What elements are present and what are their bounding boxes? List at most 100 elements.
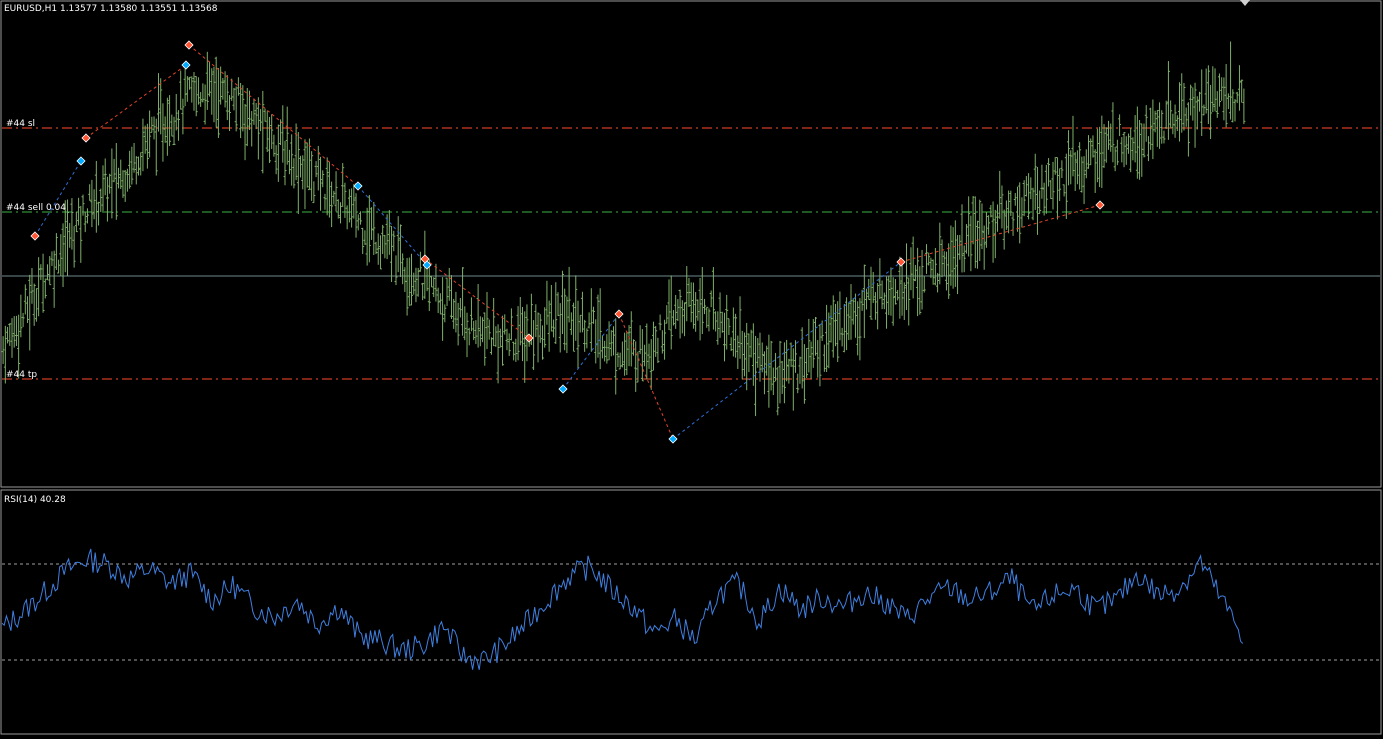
price-bar <box>867 278 871 301</box>
price-bar <box>1229 41 1233 120</box>
price-bar <box>119 159 123 190</box>
price-bar <box>341 163 345 208</box>
price-bar <box>962 245 966 273</box>
price-bar <box>585 328 589 349</box>
price-bar <box>114 143 118 220</box>
price-bar <box>1055 157 1059 220</box>
price-bar <box>587 312 591 329</box>
price-bar <box>285 106 289 165</box>
price-bar <box>97 201 101 226</box>
price-bar <box>922 276 926 293</box>
price-bar <box>576 300 580 369</box>
chart-canvas[interactable]: EURUSD,H1 1.13577 1.13580 1.13551 1.1356… <box>0 0 1383 735</box>
price-bar <box>836 301 840 362</box>
chart-title: EURUSD,H1 1.13577 1.13580 1.13551 1.1356… <box>4 4 218 14</box>
price-bar <box>1102 124 1106 168</box>
price-bar <box>150 116 154 133</box>
price-bar <box>1082 156 1086 205</box>
trade-connector <box>34 160 82 237</box>
price-bar <box>756 337 760 368</box>
price-bar <box>232 87 236 111</box>
price-bar <box>303 139 307 210</box>
rsi-title: RSI(14) 40.28 <box>4 495 66 505</box>
price-bar <box>1155 109 1159 147</box>
price-bar <box>267 116 271 163</box>
price-bar <box>1169 100 1173 128</box>
price-bar <box>1062 184 1066 197</box>
price-bar <box>523 311 527 383</box>
price-bar <box>1091 135 1095 158</box>
price-bar <box>26 296 30 324</box>
price-bar <box>916 247 920 317</box>
price-bar <box>989 205 993 218</box>
price-bar <box>521 307 525 362</box>
price-bar <box>263 108 267 122</box>
price-bar <box>616 352 620 368</box>
price-bar <box>43 278 47 299</box>
price-bar <box>456 302 460 346</box>
price-bar <box>350 188 354 228</box>
price-bar <box>88 184 92 201</box>
price-bar <box>1051 161 1055 210</box>
price-bar <box>234 86 238 132</box>
price-bar <box>398 224 402 277</box>
price-bar <box>79 205 83 263</box>
price-bar <box>663 319 667 360</box>
price-bar <box>865 288 869 310</box>
price-bar <box>230 78 234 101</box>
price-bar <box>1095 128 1099 183</box>
price-bar <box>57 259 61 274</box>
price-bar <box>911 236 915 299</box>
price-bar <box>725 294 729 350</box>
price-bar <box>671 310 675 326</box>
price-bar <box>345 205 349 230</box>
price-bar <box>185 76 189 102</box>
price-bar <box>12 316 16 348</box>
price-bar <box>736 335 740 369</box>
price-bar <box>34 288 38 322</box>
price-bar <box>727 318 731 335</box>
price-bar <box>1186 102 1190 157</box>
price-bar <box>117 167 121 189</box>
price-bar <box>598 288 602 370</box>
price-bar <box>156 73 160 132</box>
price-bar <box>23 284 27 315</box>
price-bar <box>287 149 291 175</box>
price-bar <box>1035 167 1039 235</box>
price-bar <box>1120 137 1124 163</box>
price-bar <box>827 312 831 369</box>
price-bar <box>1175 115 1179 132</box>
chart-shift-icon[interactable] <box>1240 0 1250 6</box>
price-bar <box>907 277 911 326</box>
price-bar <box>1024 176 1028 197</box>
price-bar <box>261 90 265 174</box>
price-bar <box>1204 68 1208 114</box>
price-bar <box>560 270 564 335</box>
price-bar <box>647 343 651 369</box>
price-bar <box>1124 136 1128 165</box>
price-bar <box>580 291 584 333</box>
price-bar <box>1220 77 1224 101</box>
price-bar <box>796 373 800 394</box>
price-bar <box>312 181 316 204</box>
price-bar <box>1129 127 1133 173</box>
price-bar <box>254 102 258 130</box>
price-bar <box>159 78 163 135</box>
chart-window[interactable]: EURUSD,H1 1.13577 1.13580 1.13551 1.1356… <box>0 0 1383 735</box>
price-bar <box>148 110 152 158</box>
price-bar <box>72 226 76 268</box>
price-bar <box>594 319 598 364</box>
price-bar <box>933 247 937 286</box>
price-bar <box>443 304 447 323</box>
price-bar <box>110 148 114 219</box>
price-bar <box>454 291 458 333</box>
price-bar <box>334 171 338 212</box>
price-bar <box>1211 66 1215 113</box>
price-bar <box>314 161 318 178</box>
price-bar <box>445 277 449 306</box>
price-bar <box>1038 190 1042 215</box>
price-bar <box>325 157 329 216</box>
price-bar <box>760 342 764 373</box>
price-bar <box>196 77 200 105</box>
price-bar <box>1209 84 1213 139</box>
